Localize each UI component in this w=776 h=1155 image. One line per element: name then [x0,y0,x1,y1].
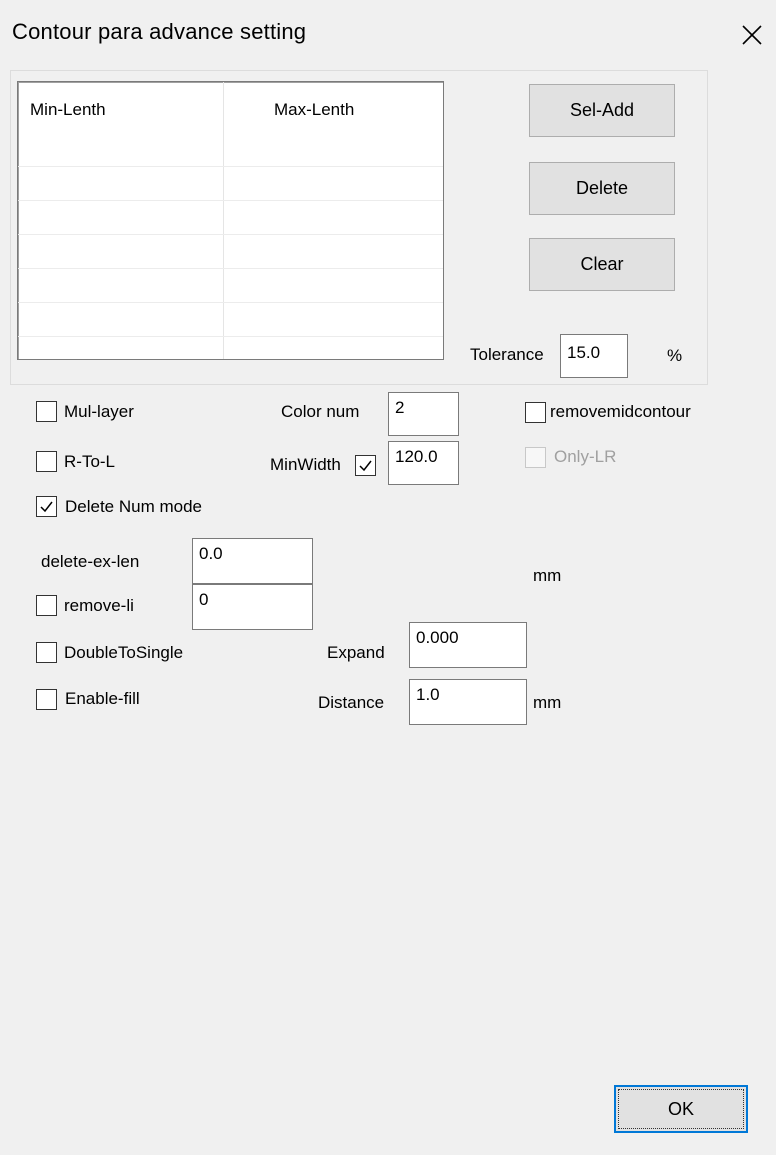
ok-button[interactable]: OK [614,1085,748,1133]
distance-input[interactable]: 1.0 [409,679,527,725]
delete-num-mode-label[interactable]: Delete Num mode [65,497,202,516]
delete-ex-len-input[interactable]: 0.0 [192,538,313,584]
r-to-l-checkbox[interactable] [36,451,57,472]
delete-num-mode-checkbox[interactable] [36,496,57,517]
tolerance-input[interactable]: 15.0 [560,334,628,378]
mul-layer-label[interactable]: Mul-layer [64,402,134,422]
list-row-divider [18,234,443,235]
double-to-single-label[interactable]: DoubleToSingle [64,643,183,663]
expand-label: Expand [327,643,385,662]
delete-button[interactable]: Delete [529,162,675,215]
close-icon [742,25,762,45]
min-width-input[interactable]: 120.0 [388,441,459,485]
column-divider[interactable] [223,82,224,359]
expand-input[interactable]: 0.000 [409,622,527,668]
remove-mid-contour-label[interactable]: removemidcontour [550,402,691,421]
r-to-l-label[interactable]: R-To-L [64,452,115,472]
only-lr-checkbox[interactable] [525,447,546,468]
remove-mid-contour-checkbox[interactable] [525,402,546,423]
list-row-divider [18,268,443,269]
remove-li-label[interactable]: remove-li [64,596,134,616]
double-to-single-checkbox[interactable] [36,642,57,663]
color-num-label: Color num [281,402,360,421]
list-row-divider [18,200,443,201]
delete-ex-len-unit: mm [533,566,562,585]
remove-li-input[interactable]: 0 [192,584,313,630]
title-bar: Contour para advance setting [0,0,776,70]
only-lr-label[interactable]: Only-LR [554,447,616,467]
delete-ex-len-label: delete-ex-len [41,552,140,571]
list-row-divider [18,166,443,167]
min-width-label: MinWidth [270,455,341,474]
checkmark-icon [40,501,53,513]
sel-add-button[interactable]: Sel-Add [529,84,675,137]
column-header-max-length[interactable]: Max-Lenth [274,100,354,120]
ok-button-label: OK [667,1099,694,1119]
min-width-checkbox[interactable] [355,455,376,476]
tolerance-label: Tolerance [470,345,544,364]
enable-fill-checkbox[interactable] [36,689,57,710]
distance-unit: mm [533,693,562,712]
close-button[interactable] [734,17,770,53]
distance-label: Distance [318,693,385,712]
dialog-title: Contour para advance setting [12,19,307,44]
mul-layer-checkbox[interactable] [36,401,57,422]
list-row-divider [18,302,443,303]
enable-fill-label[interactable]: Enable-fill [65,689,140,709]
tolerance-unit: % [667,346,683,365]
list-row-divider [18,336,443,337]
remove-li-checkbox[interactable] [36,595,57,616]
color-num-input[interactable]: 2 [388,392,459,436]
checkmark-icon [359,460,372,472]
column-header-min-length[interactable]: Min-Lenth [30,100,106,120]
clear-button[interactable]: Clear [529,238,675,291]
length-range-list[interactable]: Min-Lenth Max-Lenth [17,81,444,360]
